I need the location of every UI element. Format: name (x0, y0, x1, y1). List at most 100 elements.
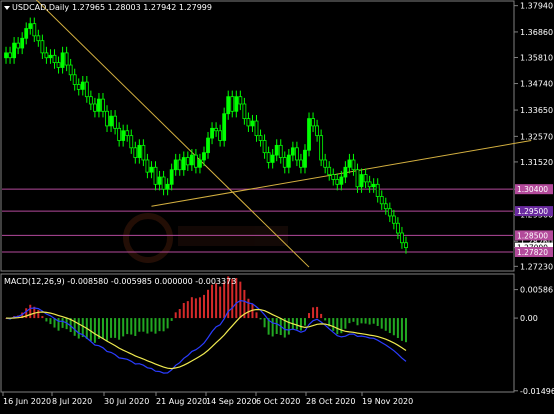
macd-histogram-bar (190, 297, 193, 319)
candle (258, 129, 263, 147)
macd-histogram-bar (368, 318, 371, 325)
candle-body (404, 242, 408, 249)
candle (16, 37, 21, 55)
macd-histogram-bar (364, 318, 367, 324)
candle-body (379, 196, 384, 205)
candle-body (210, 127, 214, 139)
candle (315, 119, 320, 142)
price-tag: 1.30400 (515, 184, 553, 195)
macd-histogram-bar (49, 318, 52, 325)
price-tag-label: 1.28500 (517, 231, 548, 240)
candle-body (250, 120, 255, 127)
macd-histogram-bar (162, 318, 165, 332)
candle (282, 151, 287, 174)
candle (230, 90, 235, 118)
macd-histogram-bar (41, 316, 44, 319)
candle (262, 134, 267, 159)
candle-body (367, 181, 372, 188)
macd-histogram-bar (29, 304, 32, 319)
candle-body (331, 174, 336, 180)
candle (290, 141, 295, 162)
candle-body (173, 159, 178, 171)
time-tick-label: 30 Jul 2020 (104, 397, 149, 406)
candle-body (391, 215, 396, 224)
candle (327, 161, 332, 181)
candle (20, 32, 25, 55)
candle-body (383, 203, 388, 210)
candle-body (363, 174, 368, 183)
macd-histogram-bar (61, 318, 64, 328)
candle-body (177, 159, 182, 171)
trading-chart[interactable]: USDCAD,Daily 1.27965 1.28003 1.27942 1.2… (0, 0, 554, 410)
price-tag: 1.28500 (515, 230, 553, 241)
candle (274, 139, 279, 162)
chart-canvas[interactable]: USDCAD,Daily 1.27965 1.28003 1.27942 1.2… (0, 0, 554, 410)
candle (129, 129, 134, 154)
macd-histogram-bar (223, 282, 226, 319)
candle-body (101, 98, 105, 112)
candle (173, 153, 178, 176)
candle (60, 46, 65, 74)
candle (149, 161, 154, 179)
candle-body (270, 154, 275, 163)
candle (165, 178, 170, 196)
candle-body (8, 52, 12, 59)
candle-body (282, 157, 287, 168)
candle (335, 173, 340, 191)
macd-histogram-bar (303, 318, 306, 326)
candle (121, 124, 126, 147)
macd-histogram-bar (37, 310, 40, 319)
time-tick-label: 28 Oct 2020 (306, 397, 355, 406)
candle (367, 175, 372, 193)
symbol-dropdown-icon[interactable] (4, 6, 10, 10)
candle (234, 90, 239, 118)
candle (44, 46, 49, 64)
candle (40, 34, 45, 59)
macd-histogram-bar (396, 318, 399, 338)
macd-histogram-bar (174, 312, 177, 319)
macd-histogram-bar (215, 283, 218, 319)
candle-body (286, 154, 291, 168)
candle-body (347, 159, 352, 168)
macd-histogram-bar (150, 318, 153, 332)
candle-body (222, 113, 227, 141)
macd-main-line (5, 299, 407, 374)
candle (218, 124, 223, 147)
macd-histogram-bar (356, 318, 359, 326)
candle-body (315, 125, 320, 137)
macd-histogram-bar (202, 294, 205, 319)
price-tick-label: 1.37940 (520, 2, 553, 11)
candle-body (84, 81, 89, 98)
macd-histogram-bar (336, 318, 339, 335)
candle-body (12, 42, 17, 59)
candle-body (185, 157, 190, 166)
time-tick-label: 6 Oct 2020 (256, 397, 300, 406)
candle-body (72, 74, 77, 85)
macd-histogram-bar (134, 318, 137, 336)
candle (177, 153, 182, 176)
candle (117, 122, 122, 147)
macd-histogram-bar (239, 281, 242, 319)
candle-body (137, 144, 142, 158)
candle (319, 129, 324, 167)
candle (270, 149, 275, 169)
candle (391, 209, 396, 230)
macd-histogram-bar (170, 318, 173, 321)
macd-histogram-bar (360, 318, 363, 324)
candle (246, 112, 251, 132)
candle (355, 163, 360, 193)
price-tick-label: 1.34740 (520, 80, 553, 89)
candle (189, 149, 194, 171)
candle-body (254, 120, 259, 137)
candle-body (371, 183, 376, 188)
macd-histogram-bar (93, 318, 96, 343)
candle-body (303, 149, 307, 168)
candle-body (48, 54, 53, 59)
candle (64, 46, 69, 72)
macd-histogram-bar (101, 318, 104, 339)
candle (383, 197, 388, 215)
macd-histogram-bar (194, 298, 197, 319)
candle-body (165, 183, 170, 190)
candle (226, 90, 231, 120)
macd-histogram-bar (271, 318, 274, 337)
